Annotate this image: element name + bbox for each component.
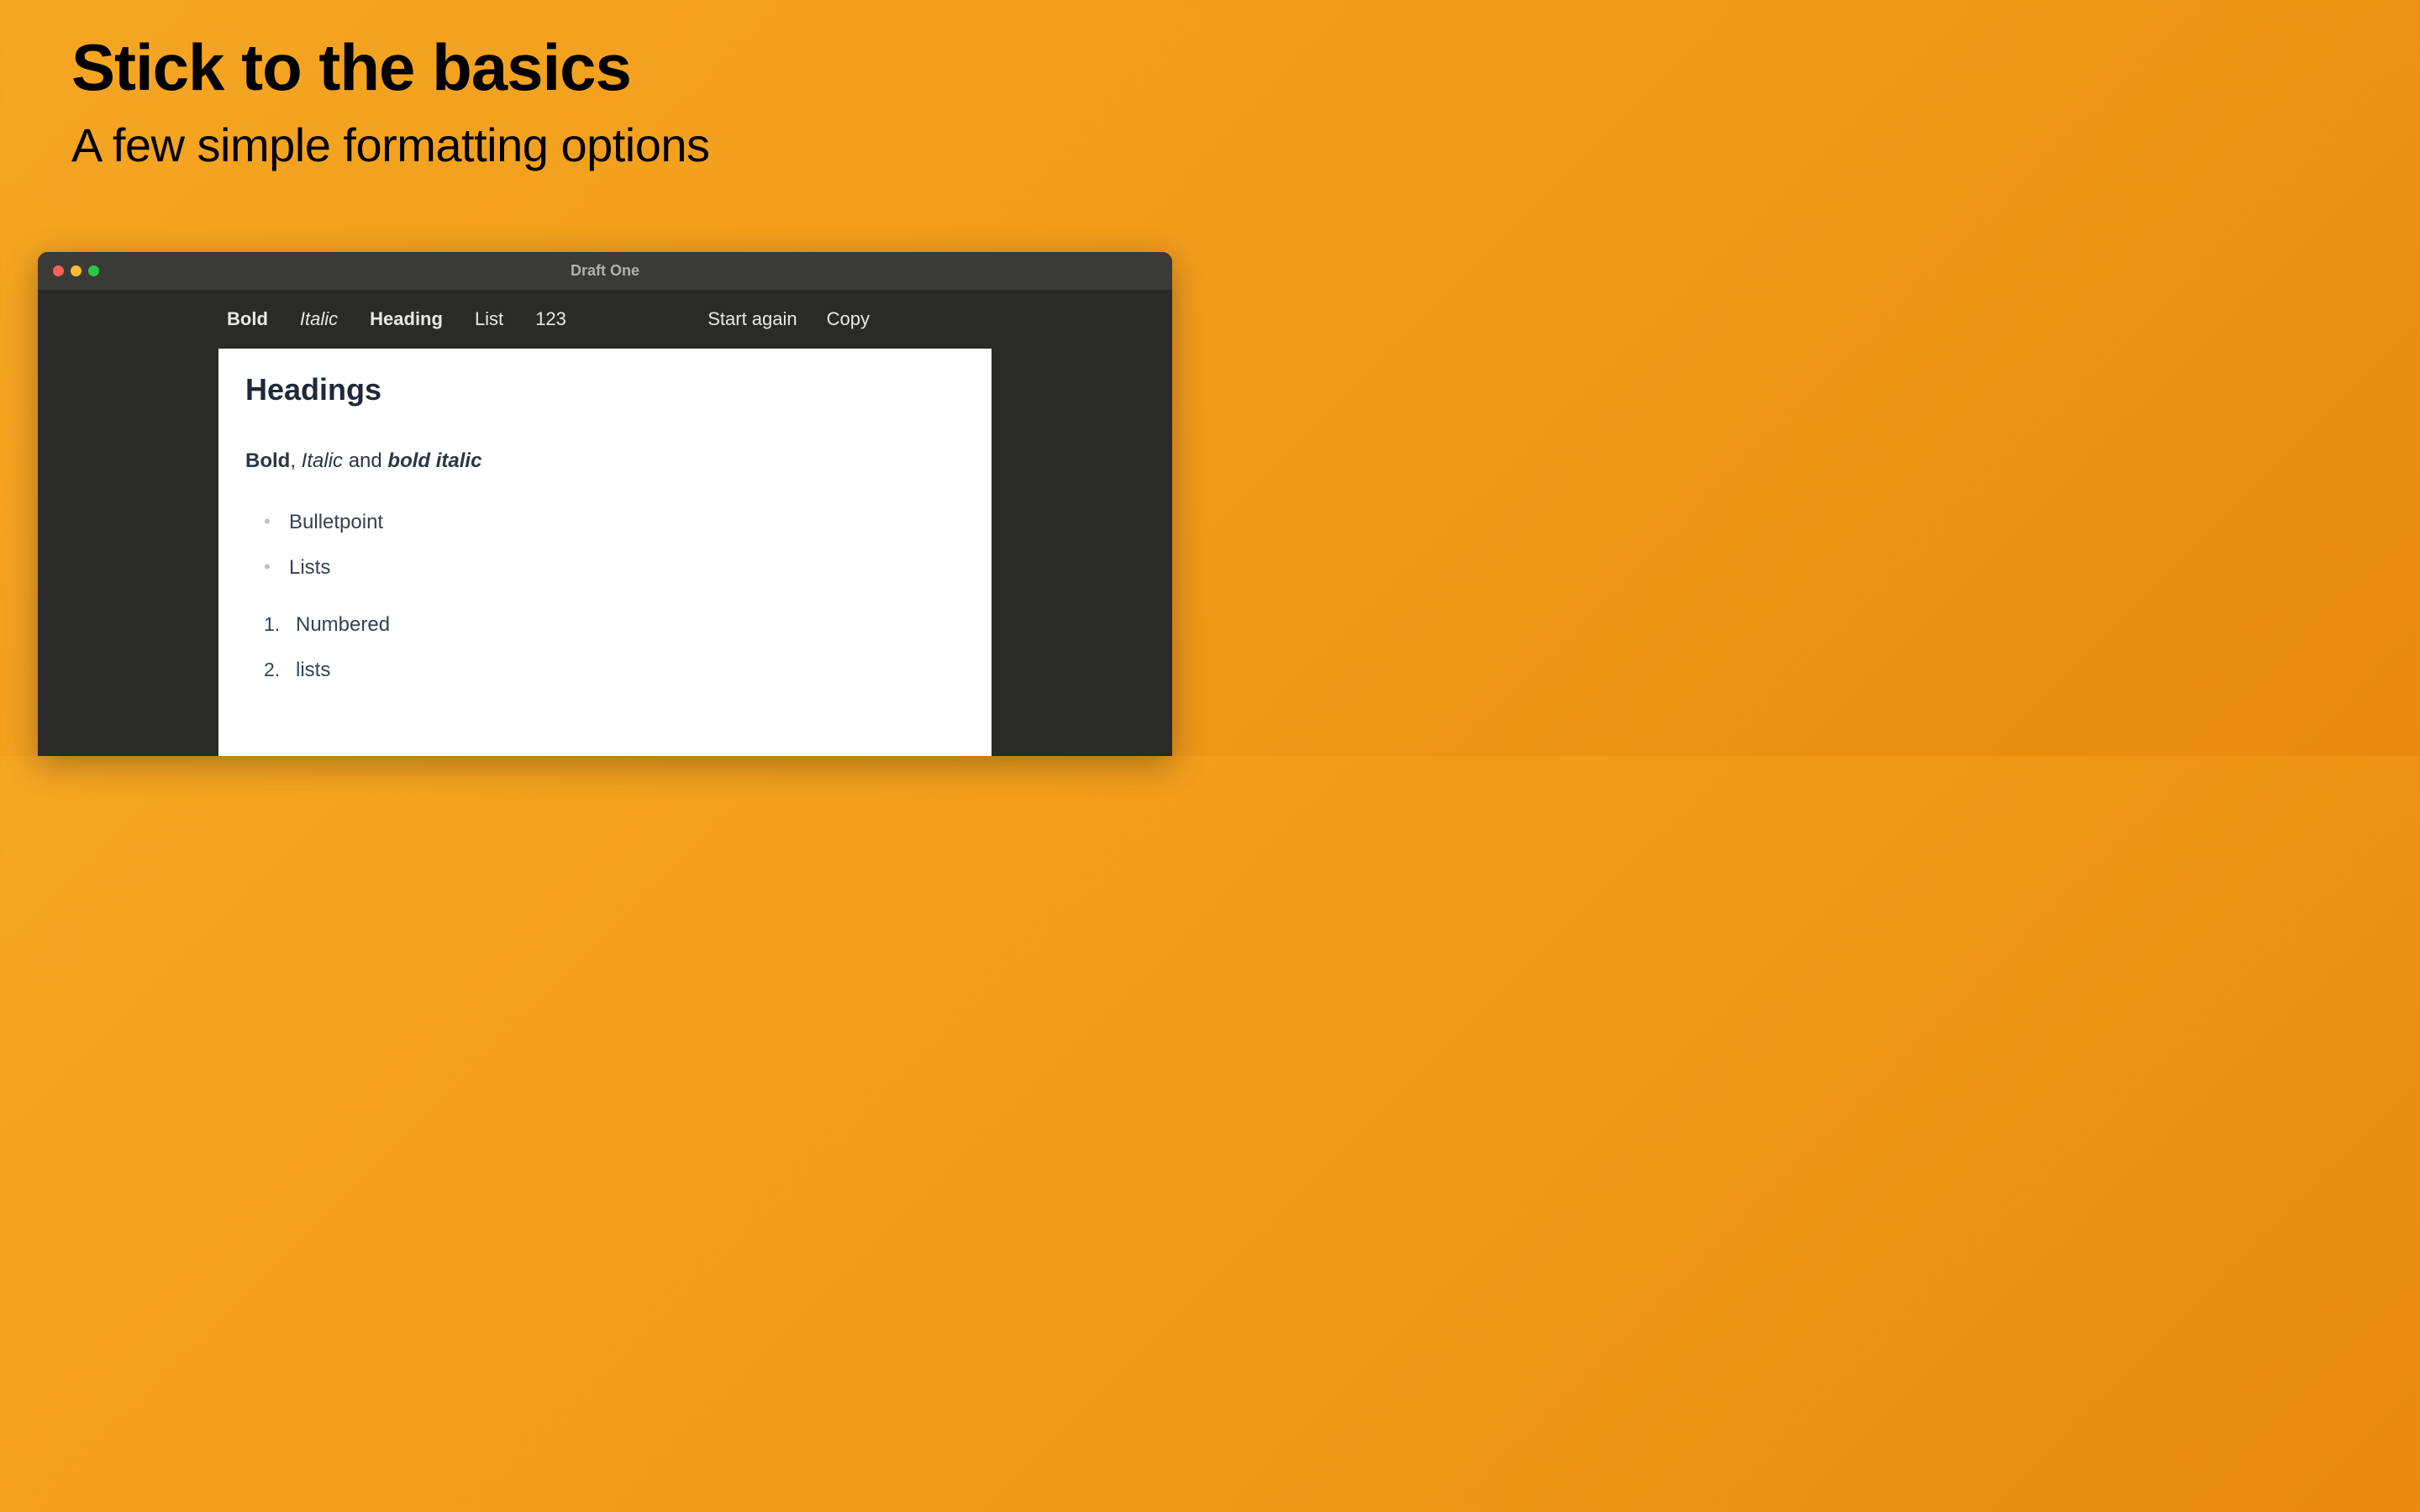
toolbar-right: Start again Copy xyxy=(708,308,1147,330)
editor-area[interactable]: Headings Bold, Italic and bold italic Bu… xyxy=(218,349,992,756)
numbered-list: Numbered lists xyxy=(245,613,965,682)
list-item: Lists xyxy=(264,556,965,580)
bold-example: Bold xyxy=(245,449,290,472)
heading-button[interactable]: Heading xyxy=(370,308,443,330)
app-window: Draft One Bold Italic Heading List 123 S… xyxy=(38,252,1172,756)
promo-heading: Stick to the basics xyxy=(71,29,631,106)
toolbar: Bold Italic Heading List 123 Start again… xyxy=(38,290,1172,349)
titlebar: Draft One xyxy=(38,252,1172,290)
bold-button[interactable]: Bold xyxy=(227,308,268,330)
list-item: Bulletpoint xyxy=(264,511,965,534)
bold-italic-example: bold italic xyxy=(387,449,481,472)
bullet-list: Bulletpoint Lists xyxy=(245,511,965,580)
document-heading: Headings xyxy=(245,372,965,407)
list-item: lists xyxy=(264,659,965,682)
italic-button[interactable]: Italic xyxy=(300,308,338,330)
format-example-line: Bold, Italic and bold italic xyxy=(245,449,965,473)
close-window-button[interactable] xyxy=(53,265,64,276)
copy-button[interactable]: Copy xyxy=(827,308,870,330)
window-title: Draft One xyxy=(571,262,639,280)
separator: and xyxy=(343,449,387,472)
promo-subheading: A few simple formatting options xyxy=(71,118,710,172)
traffic-lights xyxy=(38,265,99,276)
separator: , xyxy=(290,449,301,472)
italic-example: Italic xyxy=(302,449,343,472)
list-button[interactable]: List xyxy=(475,308,503,330)
start-again-button[interactable]: Start again xyxy=(708,308,797,330)
minimize-window-button[interactable] xyxy=(71,265,82,276)
toolbar-left: Bold Italic Heading List 123 xyxy=(63,308,566,330)
list-item: Numbered xyxy=(264,613,965,637)
numbered-list-button[interactable]: 123 xyxy=(535,308,566,330)
maximize-window-button[interactable] xyxy=(88,265,99,276)
